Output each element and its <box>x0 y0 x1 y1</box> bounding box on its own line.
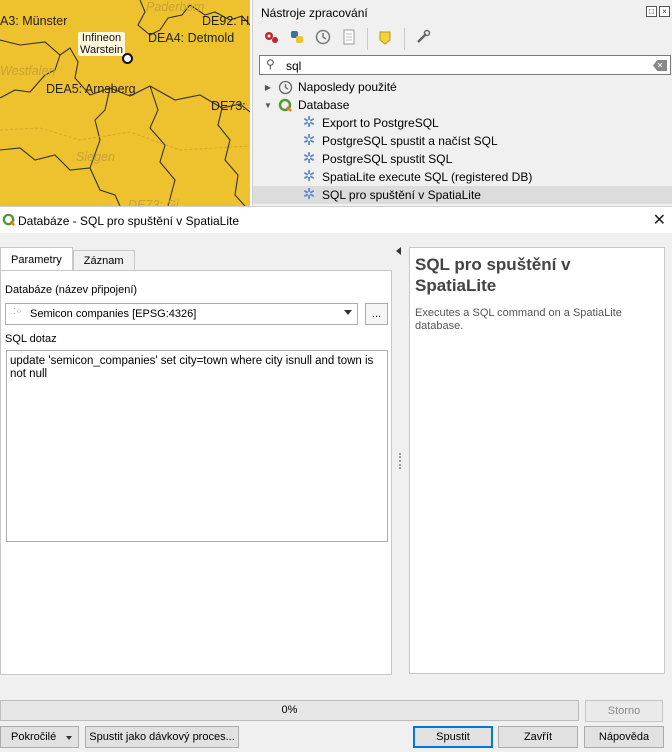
progress-bar: 0% <box>0 700 579 721</box>
progress-text: 0% <box>281 704 298 716</box>
database-label: Databáze (název připojení) <box>5 284 138 296</box>
models-icon[interactable] <box>261 26 281 48</box>
clear-search-icon[interactable]: ✕ <box>653 60 667 71</box>
help-button[interactable]: Nápověda <box>584 726 664 748</box>
tree-item-label: Database <box>298 98 350 112</box>
toolbar-separator <box>404 28 405 50</box>
close-button[interactable]: Zavřít <box>498 726 578 748</box>
gear-icon: ✲ <box>302 150 316 167</box>
search-input[interactable] <box>286 58 646 73</box>
gear-icon: ✲ <box>302 114 316 131</box>
tree-item-algorithm[interactable]: ✲ SpatiaLite execute SQL (registered DB) <box>253 168 672 186</box>
tree-item-label: SpatiaLite execute SQL (registered DB) <box>322 170 533 184</box>
tree-item-algorithm[interactable]: ✲ PostgreSQL spustit a načíst SQL <box>253 132 672 150</box>
collapse-left-icon[interactable] <box>396 247 401 255</box>
sql-label: SQL dotaz <box>5 333 57 345</box>
close-icon[interactable]: ✕ <box>653 210 666 230</box>
tree-item-recent[interactable]: ▶ Naposledy použité <box>253 78 672 96</box>
search-icon: ⚲ <box>266 57 275 71</box>
algorithm-dialog: Databáze - SQL pro spuštění v SpatiaLite… <box>0 206 672 752</box>
poi-marker[interactable] <box>122 53 133 64</box>
map-label: Westfalen <box>0 64 56 78</box>
advanced-button[interactable]: Pokročilé <box>0 726 79 748</box>
history-icon[interactable] <box>313 26 333 48</box>
chevron-down-icon <box>344 310 352 315</box>
tree-item-algorithm[interactable]: ✲ PostgreSQL spustit SQL <box>253 150 672 168</box>
help-text: Executes a SQL command on a SpatiaLite d… <box>415 307 622 332</box>
splitter-grip[interactable] <box>399 453 401 469</box>
tab-log[interactable]: Záznam <box>72 250 135 271</box>
top-area: A3: Münster Paderborn DE92: H DEA4: Detm… <box>0 0 672 206</box>
map-label: DE73: <box>211 99 246 113</box>
run-button[interactable]: Spustit <box>413 726 493 748</box>
map-label: Paderborn <box>146 0 205 14</box>
gear-icon: ✲ <box>302 132 316 149</box>
help-panel: SQL pro spuštění v SpatiaLite Executes a… <box>409 247 665 674</box>
edit-features-icon[interactable] <box>376 26 396 48</box>
qgis-icon <box>277 97 293 113</box>
python-icon[interactable] <box>287 26 307 48</box>
database-browse-button[interactable]: ... <box>365 303 388 325</box>
panel-title: Nástroje zpracování <box>261 6 368 20</box>
tree-item-label: PostgreSQL spustit SQL <box>322 152 453 166</box>
cancel-button[interactable]: Storno <box>585 700 663 722</box>
map-canvas[interactable]: A3: Münster Paderborn DE92: H DEA4: Detm… <box>0 0 250 206</box>
algorithm-tree: ▶ Naposledy použité ▼ Database ✲ Export … <box>253 78 672 204</box>
tree-item-label: PostgreSQL spustit a načíst SQL <box>322 134 498 148</box>
map-label: DE73: Gi <box>128 198 179 206</box>
batch-process-button[interactable]: Spustit jako dávkový proces... <box>85 726 239 748</box>
database-select-value: Semicon companies [EPSG:4326] <box>30 308 197 320</box>
layer-icon: ⁚⁘ <box>13 307 23 316</box>
dialog-tabs: Parametry Záznam <box>0 247 135 271</box>
expand-arrow-icon[interactable]: ▶ <box>263 83 273 92</box>
tree-item-algorithm-selected[interactable]: ✲ SQL pro spuštění v SpatiaLite <box>253 186 672 204</box>
dialog-titlebar: Databáze - SQL pro spuštění v SpatiaLite… <box>0 207 672 233</box>
processing-toolbox-panel: Nástroje zpracování □ × ⚲ sql ✕ ▶ Naposl… <box>252 0 672 206</box>
tree-item-label: Export to PostgreSQL <box>322 116 439 130</box>
collapse-arrow-icon[interactable]: ▼ <box>263 101 273 110</box>
toolbar-separator <box>367 28 368 50</box>
dialog-title: Databáze - SQL pro spuštění v SpatiaLite <box>18 214 240 228</box>
map-label: DEA4: Detmold <box>148 31 235 45</box>
qgis-icon <box>2 213 16 230</box>
tree-item-database[interactable]: ▼ Database <box>253 96 672 114</box>
options-icon[interactable] <box>413 26 433 48</box>
advanced-button-label: Pokročilé <box>11 731 57 743</box>
poi-label-line: Warstein <box>80 44 123 56</box>
panel-splitter[interactable] <box>393 247 407 677</box>
tree-item-label: Naposledy použité <box>298 80 397 94</box>
toolbox-toolbar <box>261 26 433 52</box>
map-label: Siegen <box>76 150 115 164</box>
chevron-down-icon <box>66 736 72 740</box>
map-label: DE92: H <box>202 14 250 28</box>
help-title: SQL pro spuštění v SpatiaLite <box>415 255 571 295</box>
results-icon[interactable] <box>339 26 359 48</box>
float-icon[interactable]: □ <box>646 6 657 17</box>
tree-item-label: SQL pro spuštění v SpatiaLite <box>322 188 481 202</box>
tab-parameters[interactable]: Parametry <box>0 247 73 271</box>
gear-icon: ✲ <box>302 168 316 185</box>
clock-icon <box>277 79 293 95</box>
map-label: DEA5: Arnsberg <box>46 82 136 96</box>
sql-query-textarea[interactable]: update 'semicon_companies' set city=town… <box>6 350 388 542</box>
gear-icon: ✲ <box>302 186 316 203</box>
poi-label-line: Infineon <box>81 32 122 44</box>
poi-label: Infineon Warstein <box>78 32 125 56</box>
search-box[interactable]: ⚲ ✕ <box>259 55 671 75</box>
parameters-panel: Databáze (název připojení) ⁚⁘ Semicon co… <box>0 270 392 675</box>
map-label: A3: Münster <box>0 14 68 28</box>
database-select[interactable]: ⁚⁘ Semicon companies [EPSG:4326] <box>5 303 358 325</box>
tree-item-algorithm[interactable]: ✲ Export to PostgreSQL <box>253 114 672 132</box>
panel-window-controls: □ × <box>646 6 670 17</box>
close-icon[interactable]: × <box>659 6 670 17</box>
